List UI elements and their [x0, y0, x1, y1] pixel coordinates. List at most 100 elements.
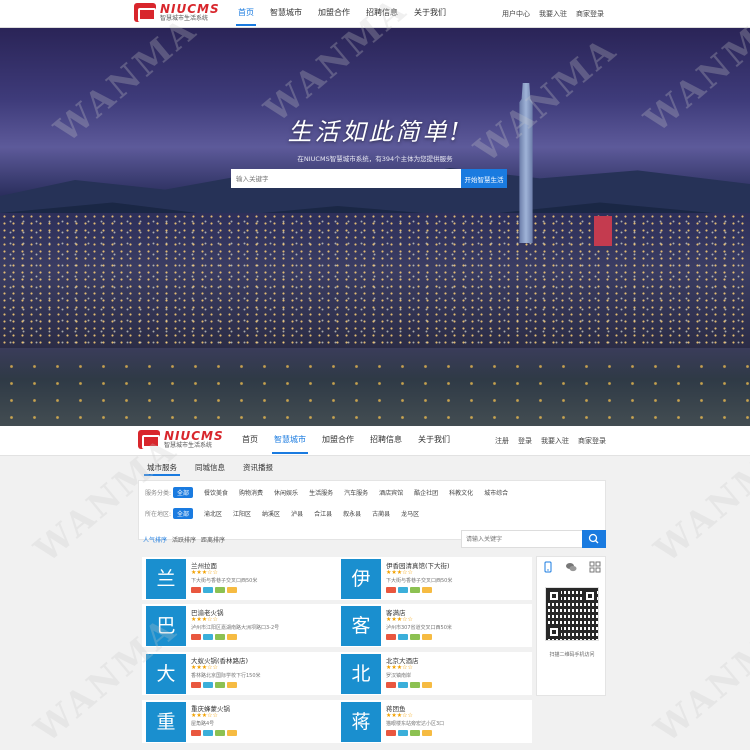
category-option[interactable]: 科教文化 — [449, 488, 473, 497]
area-option[interactable]: 古蔺县 — [372, 509, 390, 518]
list-item[interactable]: 客 客满店 ★★★☆☆ 泸州市307省道交叉口西50米 — [337, 604, 532, 647]
sub-header: NIUCMS 智慧城市生活系统 首页 智慧城市 加盟合作 招聘信息 关于我们 注… — [0, 426, 750, 456]
tag-badge — [398, 730, 408, 736]
nav-franchise[interactable]: 加盟合作 — [314, 426, 362, 456]
tag-badge — [215, 634, 225, 640]
hero-search: 开始智慧生活 — [231, 169, 507, 188]
category-option[interactable]: 休闲娱乐 — [274, 488, 298, 497]
sort-activity[interactable]: 活跃排序 — [172, 535, 196, 544]
nav-jobs[interactable]: 招聘信息 — [362, 426, 410, 456]
nav-smart-city[interactable]: 智慧城市 — [262, 0, 310, 28]
tag-badge — [410, 730, 420, 736]
area-option[interactable]: 渝北区 — [204, 509, 222, 518]
login-link[interactable]: 登录 — [518, 436, 532, 446]
register-link[interactable]: 注册 — [495, 436, 509, 446]
category-option[interactable]: 酒店宾馆 — [379, 488, 403, 497]
join-link[interactable]: 我要入驻 — [541, 436, 569, 446]
area-option[interactable]: 合江县 — [314, 509, 332, 518]
shop-avatar: 大 — [146, 654, 186, 694]
side-icon-row — [537, 561, 607, 573]
service-tags — [191, 587, 239, 593]
tag-badge — [215, 730, 225, 736]
category-option[interactable]: 汽车服务 — [344, 488, 368, 497]
rating-stars: ★★★☆☆ — [191, 664, 218, 671]
mobile-icon[interactable] — [543, 561, 553, 573]
logo-tagline: 智慧城市生活系统 — [164, 442, 213, 449]
rating-stars: ★★★☆☆ — [386, 664, 413, 671]
list-item[interactable]: 重 重庆蜂蒙火锅 ★★★☆☆ 屋角路4号 — [142, 700, 337, 743]
nav-smart-city[interactable]: 智慧城市 — [266, 426, 314, 456]
category-option[interactable]: 餐饮美食 — [204, 488, 228, 497]
sort-bar: 人气排序 活跃排序 距离排序 — [138, 530, 606, 550]
app-grid-icon[interactable] — [589, 561, 601, 573]
logo-icon — [138, 430, 160, 449]
sort-popularity[interactable]: 人气排序 — [143, 535, 167, 544]
nav-home[interactable]: 首页 — [230, 0, 262, 28]
tab-city-services[interactable]: 城市服务 — [138, 460, 186, 476]
category-option[interactable]: 生活服务 — [309, 488, 333, 497]
tab-local-info[interactable]: 同城信息 — [186, 460, 234, 476]
area-option[interactable]: 泸县 — [291, 509, 303, 518]
nav-about[interactable]: 关于我们 — [406, 0, 454, 28]
shop-address: 下大街与香巷子交叉口西50米 — [191, 578, 258, 584]
area-option[interactable]: 江阳区 — [233, 509, 251, 518]
hero-search-input[interactable] — [231, 169, 461, 188]
tag-badge — [227, 730, 237, 736]
nav-franchise[interactable]: 加盟合作 — [310, 0, 358, 28]
category-option[interactable]: 酷企社团 — [414, 488, 438, 497]
nav-about[interactable]: 关于我们 — [410, 426, 458, 456]
main-nav: 首页 智慧城市 加盟合作 招聘信息 关于我们 — [230, 0, 454, 28]
area-filter-row: 所在地区: 全部 渝北区 江阳区 纳溪区 泸县 合江县 叙永县 古蔺县 龙马区 — [145, 508, 430, 519]
merchant-login-link[interactable]: 商家登录 — [576, 9, 604, 19]
category-option[interactable]: 购物消费 — [239, 488, 263, 497]
shop-avatar: 伊 — [341, 559, 381, 599]
tag-badge — [410, 682, 420, 688]
list-item[interactable]: 巴 巴渝老火锅 ★★★☆☆ 泸州市江阳区嘉湖南路大洲坝路口3-2号 — [142, 604, 337, 647]
area-option[interactable]: 全部 — [173, 508, 194, 519]
tag-badge — [410, 587, 420, 593]
tag-badge — [191, 730, 201, 736]
tag-badge — [386, 730, 396, 736]
tag-badge — [422, 634, 432, 640]
list-search-input[interactable] — [461, 530, 582, 548]
list-search — [461, 530, 606, 548]
logo[interactable]: NIUCMS 智慧城市生活系统 — [134, 3, 220, 22]
rating-stars: ★★★☆☆ — [386, 569, 413, 576]
tag-badge — [215, 587, 225, 593]
tab-news[interactable]: 资讯播报 — [234, 460, 282, 476]
tag-badge — [410, 634, 420, 640]
shop-avatar: 客 — [341, 606, 381, 646]
tag-badge — [422, 682, 432, 688]
tag-badge — [386, 634, 396, 640]
tag-badge — [227, 682, 237, 688]
service-tags — [191, 682, 239, 688]
wechat-icon[interactable] — [565, 561, 577, 573]
search-button[interactable] — [582, 530, 606, 548]
shop-address: 泸州市江阳区嘉湖南路大洲坝路口3-2号 — [191, 625, 280, 631]
qr-code — [545, 587, 599, 641]
sort-distance[interactable]: 距离排序 — [201, 535, 225, 544]
list-item[interactable]: 兰 兰州拉面 ★★★☆☆ 下大街与香巷子交叉口西50米 — [142, 557, 337, 600]
area-option[interactable]: 叙永县 — [343, 509, 361, 518]
area-option[interactable]: 纳溪区 — [262, 509, 280, 518]
nav-home[interactable]: 首页 — [234, 426, 266, 456]
merchant-login-link[interactable]: 商家登录 — [578, 436, 606, 446]
list-item[interactable]: 北 北京大酒店 ★★★☆☆ 罗汉镇南岸 — [337, 652, 532, 695]
category-option[interactable]: 全部 — [173, 487, 194, 498]
area-option[interactable]: 龙马区 — [401, 509, 419, 518]
user-center-link[interactable]: 用户中心 — [502, 9, 530, 19]
sub-nav: 首页 智慧城市 加盟合作 招聘信息 关于我们 — [234, 426, 458, 456]
join-link[interactable]: 我要入驻 — [539, 9, 567, 19]
qr-finder — [583, 589, 597, 603]
shop-avatar: 北 — [341, 654, 381, 694]
logo-text: NIUCMS — [160, 2, 220, 16]
list-item[interactable]: 大 大蚁火锅(香林路店) ★★★☆☆ 香林路北京国际学校下行150米 — [142, 652, 337, 695]
hero-search-button[interactable]: 开始智慧生活 — [461, 169, 507, 188]
logo[interactable]: NIUCMS 智慧城市生活系统 — [138, 430, 224, 449]
nav-jobs[interactable]: 招聘信息 — [358, 0, 406, 28]
category-option[interactable]: 城市综合 — [484, 488, 508, 497]
shop-address: 屋角路4号 — [191, 721, 215, 727]
category-label: 服务分类: — [145, 490, 172, 497]
list-item[interactable]: 蒋 蒋团鱼 ★★★☆☆ 猫眼楼东站旁宏达小区3口 — [337, 700, 532, 743]
list-item[interactable]: 伊 伊香园清真馆(下大街) ★★★☆☆ 下大街与香巷子交叉口西50米 — [337, 557, 532, 600]
